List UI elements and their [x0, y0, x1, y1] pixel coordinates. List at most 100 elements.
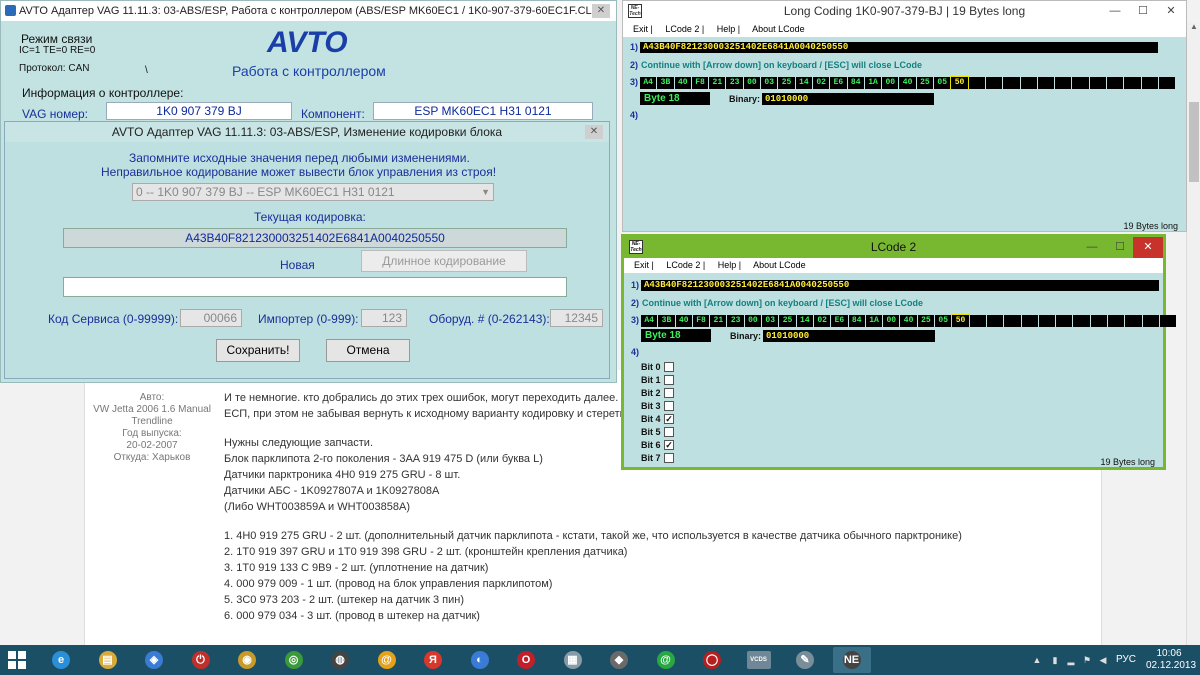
byte-cell[interactable]: 00 — [744, 315, 762, 327]
maximize-icon[interactable]: ☐ — [1130, 1, 1156, 22]
save-button[interactable]: Сохранить! — [216, 339, 300, 362]
menu-lcode2[interactable]: LCode 2 | — [666, 260, 705, 270]
byte-cell[interactable] — [1090, 315, 1108, 327]
byte-cell[interactable]: 23 — [726, 77, 743, 89]
bit-checkbox[interactable]: ✓ — [664, 439, 674, 450]
byte-cell[interactable]: 40 — [675, 315, 692, 327]
taskbar-app-app-blue[interactable]: ◈ — [135, 647, 173, 673]
byte-cell[interactable] — [1142, 315, 1159, 327]
taskbar-app-opera[interactable]: O — [507, 647, 545, 673]
bit-checkbox[interactable] — [664, 452, 674, 463]
minimize-icon[interactable]: — — [1079, 237, 1105, 258]
menu-help[interactable]: Help | — [717, 24, 740, 34]
taskbar-app-app-yellow[interactable]: ◉ — [228, 647, 266, 673]
byte-cell[interactable] — [1107, 77, 1124, 89]
byte-cell[interactable]: 14 — [795, 77, 812, 89]
taskbar-app-mail-ru[interactable]: @ — [647, 647, 685, 673]
byte-cell[interactable]: 03 — [761, 77, 778, 89]
byte-cell[interactable] — [1159, 315, 1177, 327]
byte-cell[interactable]: A4 — [641, 315, 658, 327]
byte-cell[interactable]: 14 — [796, 315, 813, 327]
byte-cell[interactable]: F8 — [691, 77, 709, 89]
bit-checkbox[interactable] — [664, 400, 674, 411]
bit-checkbox[interactable] — [664, 361, 674, 372]
byte-cell[interactable]: 21 — [710, 315, 727, 327]
coding-string[interactable]: A43B40F821230003251402E6841A0040250550 — [641, 280, 1159, 291]
volume-icon[interactable]: ◀ — [1098, 655, 1108, 665]
byte-cell[interactable]: 1A — [864, 77, 882, 89]
byte-cell[interactable] — [1072, 77, 1089, 89]
close-icon[interactable]: ✕ — [1158, 1, 1184, 22]
menu-lcode2[interactable]: LCode 2 | — [665, 24, 704, 34]
maximize-icon[interactable]: ☐ — [1107, 237, 1133, 258]
byte-cell[interactable]: 25 — [916, 77, 934, 89]
byte-cell[interactable] — [1038, 315, 1056, 327]
scroll-up-icon[interactable]: ▲ — [1187, 22, 1200, 36]
byte-cell[interactable] — [1021, 315, 1038, 327]
byte-cell[interactable] — [1056, 315, 1073, 327]
cancel-button[interactable]: Отмена — [326, 339, 410, 362]
byte-cell[interactable]: 02 — [813, 315, 831, 327]
long-coding-button[interactable]: Длинное кодирование — [361, 250, 527, 272]
byte-cell[interactable]: 03 — [762, 315, 779, 327]
byte-cell[interactable]: A4 — [640, 77, 657, 89]
byte-cell[interactable]: 21 — [709, 77, 726, 89]
byte-cell[interactable]: 84 — [848, 315, 865, 327]
taskbar-app-file-explorer[interactable]: ▤ — [89, 647, 127, 673]
byte-cell[interactable]: E6 — [830, 77, 847, 89]
service-code-field[interactable]: 00066 — [180, 309, 242, 327]
byte-cell[interactable]: 00 — [882, 77, 899, 89]
taskbar-app-power-red[interactable]: ⏻ — [182, 647, 220, 673]
bit-checkbox[interactable] — [664, 374, 674, 385]
byte-cell[interactable]: 50 — [951, 314, 970, 328]
network-icon[interactable]: ▂ — [1066, 655, 1076, 665]
taskbar-app-chrome[interactable]: ◎ — [275, 647, 313, 673]
byte-cell[interactable]: 23 — [727, 315, 744, 327]
byte-cell[interactable]: 40 — [900, 315, 917, 327]
taskbar-app-acrobat[interactable]: ◯ — [693, 647, 731, 673]
byte-cell[interactable]: F8 — [692, 315, 710, 327]
taskbar-app-vcds[interactable]: VCDS — [740, 647, 778, 673]
taskbar-app-speaker[interactable]: ◍ — [321, 647, 359, 673]
byte-cell[interactable]: 00 — [743, 77, 761, 89]
battery-icon[interactable]: ▮ — [1050, 655, 1060, 665]
controller-select[interactable]: 0 -- 1K0 907 379 BJ -- ESP MK60EC1 H31 0… — [132, 183, 494, 201]
close-icon[interactable]: ✕ — [1133, 237, 1163, 258]
byte-cell[interactable]: 25 — [779, 315, 796, 327]
taskbar-app-yandex[interactable]: Я — [414, 647, 452, 673]
byte-cell[interactable]: E6 — [831, 315, 848, 327]
close-icon[interactable]: ✕ — [592, 4, 610, 18]
byte-cell[interactable] — [1158, 77, 1176, 89]
taskbar-app-calculator[interactable]: ▦ — [554, 647, 592, 673]
byte-cell[interactable]: 40 — [674, 77, 691, 89]
taskbar-app-tank-game[interactable]: ◆ — [600, 647, 638, 673]
byte-cell[interactable] — [1108, 315, 1125, 327]
menu-about[interactable]: About LCode — [752, 24, 805, 34]
taskbar-app-paint[interactable]: ✎ — [786, 647, 824, 673]
clock[interactable]: 10:06 02.12.2013 — [1146, 648, 1196, 672]
minimize-icon[interactable]: — — [1102, 1, 1128, 22]
bit-checkbox[interactable] — [664, 426, 674, 437]
byte-cell[interactable]: 3B — [658, 315, 675, 327]
byte-cell[interactable]: 40 — [899, 77, 916, 89]
byte-cell[interactable] — [985, 77, 1003, 89]
bit-checkbox[interactable] — [664, 387, 674, 398]
menu-exit[interactable]: Exit | — [634, 260, 654, 270]
taskbar-app-media[interactable]: ◐ — [461, 647, 499, 673]
byte-cell[interactable]: 02 — [812, 77, 830, 89]
byte-cell[interactable] — [1073, 315, 1090, 327]
bit-checkbox[interactable]: ✓ — [664, 413, 674, 424]
coding-string[interactable]: A43B40F821230003251402E6841A0040250550 — [640, 42, 1158, 53]
byte-cell[interactable]: 25 — [778, 77, 795, 89]
menu-help[interactable]: Help | — [718, 260, 741, 270]
byte-cell[interactable] — [1089, 77, 1107, 89]
byte-cell[interactable]: 00 — [883, 315, 900, 327]
taskbar-app-netech[interactable]: NE — [832, 647, 871, 673]
taskbar-app-internet-explorer[interactable]: e — [42, 647, 80, 673]
chevron-up-icon[interactable]: ▲ — [1032, 655, 1042, 665]
taskbar-app-mail-at[interactable]: @ — [368, 647, 406, 673]
menu-exit[interactable]: Exit | — [633, 24, 653, 34]
byte-cell[interactable]: 50 — [950, 76, 969, 90]
close-icon[interactable]: ✕ — [585, 125, 603, 139]
byte-cell[interactable] — [1004, 315, 1021, 327]
